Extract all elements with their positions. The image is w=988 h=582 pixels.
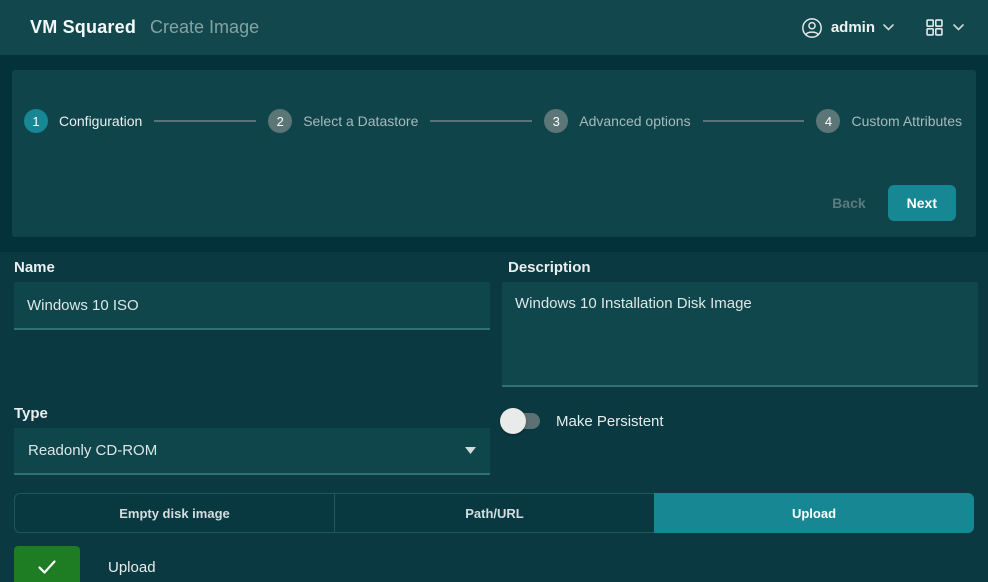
- toggle-knob: [500, 408, 526, 434]
- step-label: Select a Datastore: [303, 113, 418, 129]
- caret-down-icon: [465, 447, 476, 454]
- make-persistent-toggle[interactable]: [502, 411, 540, 431]
- form-grid: Name Type Readonly CD-ROM Description Wi…: [0, 252, 988, 475]
- step-number-badge: 2: [268, 109, 292, 133]
- step-connector: [703, 120, 805, 122]
- back-button[interactable]: Back: [832, 195, 865, 211]
- step-connector: [430, 120, 532, 122]
- type-select[interactable]: Readonly CD-ROM: [14, 428, 490, 475]
- name-input[interactable]: [14, 282, 490, 330]
- step-select-datastore[interactable]: 2 Select a Datastore: [268, 109, 418, 133]
- step-advanced-options[interactable]: 3 Advanced options: [544, 109, 690, 133]
- tab-path-url[interactable]: Path/URL: [334, 493, 654, 533]
- form-column-right: Description Windows 10 Installation Disk…: [494, 252, 988, 475]
- name-field-label: Name: [0, 252, 494, 282]
- form-column-left: Name Type Readonly CD-ROM: [0, 252, 494, 475]
- user-icon: [801, 17, 823, 39]
- step-label: Configuration: [59, 113, 142, 129]
- upload-row: Upload: [14, 546, 974, 582]
- step-number-badge: 4: [816, 109, 840, 133]
- tab-empty-disk-image[interactable]: Empty disk image: [14, 493, 334, 533]
- wizard-actions: Back Next: [832, 185, 956, 221]
- description-textarea[interactable]: Windows 10 Installation Disk Image: [502, 282, 978, 387]
- chevron-down-icon: [953, 24, 964, 31]
- user-name: admin: [831, 19, 875, 36]
- description-field-label: Description: [494, 252, 988, 282]
- make-persistent-row: Make Persistent: [502, 411, 988, 431]
- check-icon: [37, 559, 57, 575]
- brand-logo[interactable]: VM Squared: [30, 17, 136, 38]
- wizard-panel: 1 Configuration 2 Select a Datastore 3 A…: [12, 70, 976, 237]
- tab-upload[interactable]: Upload: [654, 493, 974, 533]
- topbar: VM Squared Create Image admin: [0, 0, 988, 55]
- apps-grid-icon: [924, 17, 945, 38]
- upload-label: Upload: [108, 559, 156, 576]
- create-image-form: Name Type Readonly CD-ROM Description Wi…: [0, 252, 988, 582]
- type-field-label: Type: [0, 398, 494, 428]
- step-number-badge: 3: [544, 109, 568, 133]
- user-menu[interactable]: admin: [801, 17, 894, 39]
- step-custom-attributes[interactable]: 4 Custom Attributes: [816, 109, 962, 133]
- wizard-stepper: 1 Configuration 2 Select a Datastore 3 A…: [24, 109, 962, 133]
- make-persistent-label: Make Persistent: [556, 413, 664, 430]
- next-button[interactable]: Next: [888, 185, 956, 221]
- step-connector: [154, 120, 256, 122]
- image-source-tabs: Empty disk image Path/URL Upload: [14, 493, 974, 533]
- step-number-badge: 1: [24, 109, 48, 133]
- chevron-down-icon: [883, 24, 894, 31]
- step-configuration[interactable]: 1 Configuration: [24, 109, 142, 133]
- upload-file-button[interactable]: [14, 546, 80, 582]
- step-label: Custom Attributes: [851, 113, 962, 129]
- step-label: Advanced options: [579, 113, 690, 129]
- type-selected-value: Readonly CD-ROM: [28, 442, 157, 459]
- apps-menu[interactable]: [924, 17, 964, 38]
- page-title: Create Image: [150, 17, 259, 38]
